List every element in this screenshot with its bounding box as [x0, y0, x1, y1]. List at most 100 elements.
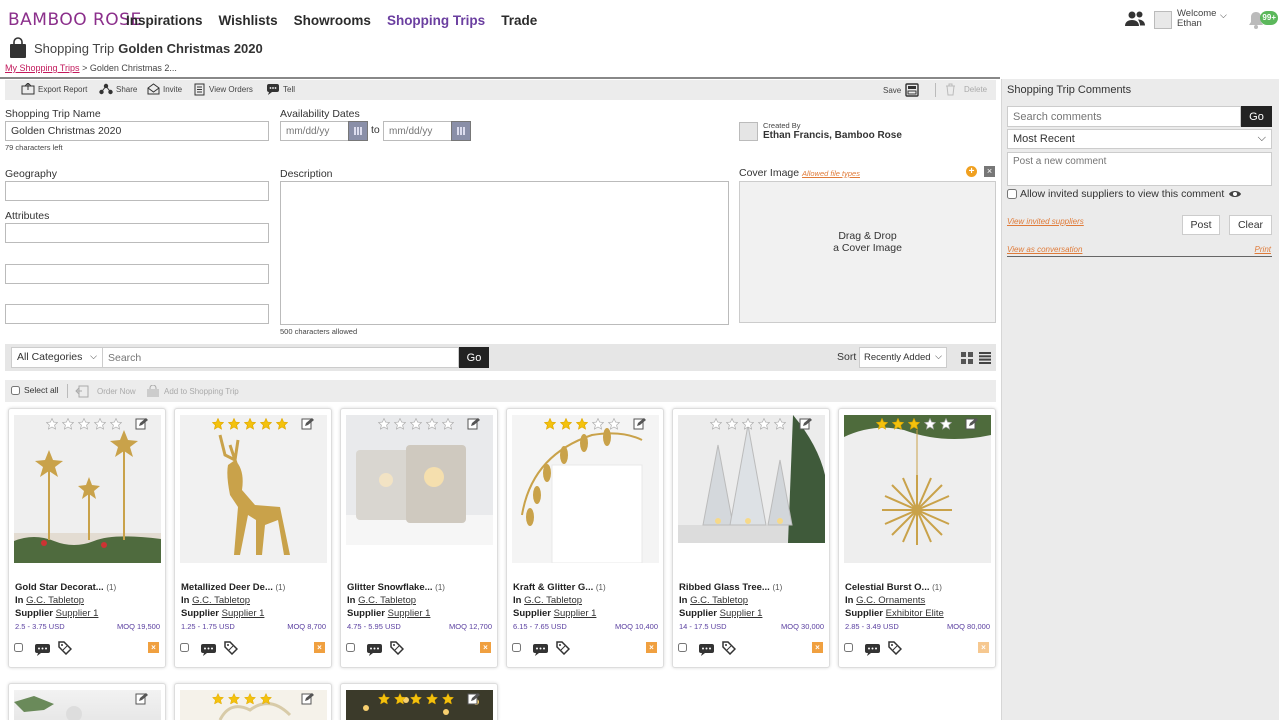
product-card[interactable]: Ribbed Glass Tree... (1) In G.C. Tabletop…	[672, 408, 830, 668]
star-icon[interactable]	[260, 418, 272, 430]
add-to-trip-button[interactable]: Add to Shopping Trip	[146, 385, 239, 398]
product-checkbox[interactable]	[844, 643, 853, 652]
star-icon[interactable]	[110, 418, 122, 430]
tag-icon[interactable]	[58, 641, 72, 655]
star-icon[interactable]	[260, 693, 272, 705]
category-link[interactable]: G.C. Tabletop	[26, 595, 84, 606]
comment-icon[interactable]	[864, 643, 881, 657]
star-icon[interactable]	[876, 418, 888, 430]
start-date-input[interactable]	[280, 121, 349, 141]
star-icon[interactable]	[378, 418, 390, 430]
rating-stars[interactable]	[378, 693, 454, 705]
sort-select[interactable]: Recently Added ⌵	[859, 347, 947, 368]
star-icon[interactable]	[276, 418, 288, 430]
product-checkbox[interactable]	[346, 643, 355, 652]
users-icon[interactable]	[1124, 10, 1146, 28]
export-report-button[interactable]: Export Report	[21, 83, 87, 95]
remove-from-trip-icon[interactable]: ×	[646, 642, 657, 653]
clear-button[interactable]: Clear	[1229, 215, 1272, 235]
new-comment-textarea[interactable]	[1007, 152, 1272, 186]
product-name[interactable]: Kraft & Glitter G... (1)	[513, 582, 606, 593]
star-icon[interactable]	[726, 418, 738, 430]
tag-icon[interactable]	[390, 641, 404, 655]
star-icon[interactable]	[924, 418, 936, 430]
star-icon[interactable]	[742, 418, 754, 430]
star-icon[interactable]	[244, 418, 256, 430]
star-icon[interactable]	[940, 418, 952, 430]
star-icon[interactable]	[442, 418, 454, 430]
rating-stars[interactable]	[46, 418, 122, 430]
supplier-link[interactable]: Supplier 1	[388, 608, 431, 619]
star-icon[interactable]	[94, 418, 106, 430]
view-as-conversation-link[interactable]: View as conversation	[1007, 245, 1082, 254]
star-icon[interactable]	[78, 418, 90, 430]
star-icon[interactable]	[410, 693, 422, 705]
description-textarea[interactable]	[280, 181, 729, 325]
notifications-button[interactable]: 99+	[1248, 9, 1278, 31]
grid-view-icon[interactable]	[961, 352, 973, 364]
star-icon[interactable]	[758, 418, 770, 430]
attribute-input-2[interactable]	[5, 264, 269, 284]
product-card[interactable]	[340, 683, 498, 720]
tag-icon[interactable]	[722, 641, 736, 655]
product-checkbox[interactable]	[180, 643, 189, 652]
post-button[interactable]: Post	[1182, 215, 1220, 235]
star-icon[interactable]	[426, 693, 438, 705]
trip-name-input[interactable]	[5, 121, 269, 141]
comments-search-input[interactable]	[1007, 106, 1241, 127]
category-link[interactable]: G.C. Tabletop	[358, 595, 416, 606]
star-icon[interactable]	[228, 418, 240, 430]
tag-icon[interactable]	[556, 641, 570, 655]
category-link[interactable]: G.C. Tabletop	[690, 595, 748, 606]
note-icon[interactable]	[135, 692, 148, 705]
supplier-link[interactable]: Supplier 1	[56, 608, 99, 619]
select-all[interactable]: Select all	[11, 385, 59, 395]
rating-stars[interactable]	[876, 418, 952, 430]
product-name[interactable]: Gold Star Decorat... (1)	[15, 582, 116, 593]
list-view-icon[interactable]	[979, 352, 991, 364]
nav-showrooms[interactable]: Showrooms	[294, 13, 371, 28]
search-go-button[interactable]: Go	[459, 347, 489, 368]
star-icon[interactable]	[410, 418, 422, 430]
star-icon[interactable]	[394, 418, 406, 430]
attribute-input-1[interactable]	[5, 223, 269, 243]
note-icon[interactable]	[799, 417, 812, 430]
product-name[interactable]: Ribbed Glass Tree... (1)	[679, 582, 782, 593]
star-icon[interactable]	[576, 418, 588, 430]
star-icon[interactable]	[608, 418, 620, 430]
product-card[interactable]: Metallized Deer De... (1) In G.C. Tableto…	[174, 408, 332, 668]
product-checkbox[interactable]	[678, 643, 687, 652]
select-all-checkbox[interactable]	[11, 385, 20, 395]
star-icon[interactable]	[908, 418, 920, 430]
supplier-link[interactable]: Supplier 1	[222, 608, 265, 619]
star-icon[interactable]	[774, 418, 786, 430]
product-name[interactable]: Metallized Deer De... (1)	[181, 582, 285, 593]
star-icon[interactable]	[62, 418, 74, 430]
view-invited-suppliers-link[interactable]: View invited suppliers	[1007, 217, 1084, 226]
comments-go-button[interactable]: Go	[1241, 106, 1272, 127]
start-calendar-icon[interactable]	[348, 121, 368, 141]
note-icon[interactable]	[135, 417, 148, 430]
rating-stars[interactable]	[544, 418, 620, 430]
star-icon[interactable]	[212, 418, 224, 430]
brand-logo[interactable]: BAMBOO ROSE	[8, 10, 142, 30]
attribute-input-3[interactable]	[5, 304, 269, 324]
comments-sort-select[interactable]: Most Recent ⌵	[1007, 129, 1272, 149]
view-orders-button[interactable]: View Orders	[193, 83, 253, 96]
invite-button[interactable]: Invite	[147, 83, 182, 95]
star-icon[interactable]	[244, 693, 256, 705]
product-name[interactable]: Glitter Snowflake... (1)	[347, 582, 445, 593]
product-card[interactable]: Celestial Burst O... (1) In G.C. Ornament…	[838, 408, 996, 668]
tag-icon[interactable]	[888, 641, 902, 655]
geography-input[interactable]	[5, 181, 269, 201]
nav-trade[interactable]: Trade	[501, 13, 537, 28]
note-icon[interactable]	[301, 417, 314, 430]
product-checkbox[interactable]	[14, 643, 23, 652]
star-icon[interactable]	[710, 418, 722, 430]
note-icon[interactable]	[301, 692, 314, 705]
product-image[interactable]	[14, 415, 161, 563]
save-button[interactable]: Save	[883, 83, 919, 97]
product-card[interactable]: Glitter Snowflake... (1) In G.C. Tabletop…	[340, 408, 498, 668]
star-icon[interactable]	[592, 418, 604, 430]
supplier-link[interactable]: Supplier 1	[720, 608, 763, 619]
